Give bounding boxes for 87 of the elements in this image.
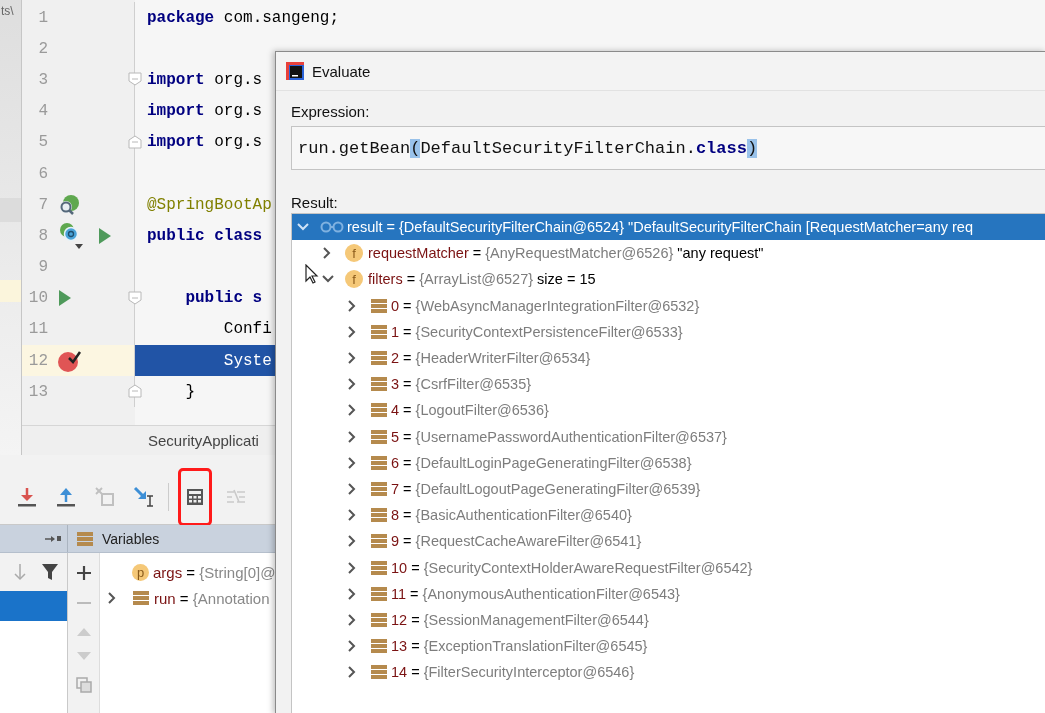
row-highlight <box>0 198 21 222</box>
editor-tab[interactable]: SecurityApplicati <box>148 432 259 449</box>
tree-node[interactable]: filters = {ArrayList@6527} size = 15 <box>368 271 596 288</box>
line-number: 12 <box>27 351 48 370</box>
code-line: public s <box>184 289 263 308</box>
tree-node[interactable]: 8 = {BasicAuthenticationFilter@6540} <box>391 507 632 524</box>
variable-entry[interactable]: run = {Annotation <box>154 589 270 607</box>
class-icon <box>58 221 84 250</box>
line-number: 8 <box>37 226 48 245</box>
line-number: 7 <box>37 195 48 214</box>
stack-icon <box>370 532 388 551</box>
stack-icon <box>132 589 150 607</box>
stack-icon <box>370 479 388 498</box>
app-logo-icon <box>286 62 304 80</box>
line-number: 11 <box>27 320 48 339</box>
run-icon <box>98 226 112 245</box>
tree-node[interactable]: 5 = {UsernamePasswordAuthenticationFilter@6537} <box>391 428 727 445</box>
run-icon <box>58 289 72 308</box>
code-line: @SpringBootAp <box>147 195 272 214</box>
tree-node[interactable]: 2 = {HeaderWriterFilter@6534} <box>391 350 591 367</box>
result-label: Result: <box>291 194 339 211</box>
project-path-text: ts\ <box>1 4 14 18</box>
code-line: } <box>184 382 195 401</box>
stack-icon <box>370 453 388 472</box>
tree-node[interactable]: 6 = {DefaultLoginPageGeneratingFilter@6538} <box>391 454 692 471</box>
stack-icon <box>370 610 388 629</box>
code-line: Syste <box>222 351 272 370</box>
stack-icon <box>370 637 388 656</box>
pin-icon[interactable] <box>45 533 61 544</box>
line-number: 4 <box>37 102 48 121</box>
tree-node[interactable]: 10 = {SecurityContextHolderAwareRequestFilter@6542} <box>391 559 753 576</box>
stack-icon <box>370 401 388 420</box>
tree-node[interactable]: 0 = {WebAsyncManagerIntegrationFilter@6532} <box>391 297 700 314</box>
tree-node[interactable]: 14 = {FilterSecurityInterceptor@6546} <box>391 664 635 681</box>
step-into-icon <box>17 486 37 507</box>
tree-node[interactable]: requestMatcher = {AnyRequestMatcher@6526} "any request" <box>368 245 764 262</box>
expression-field[interactable]: run.getBean(DefaultSecurityFilterChain.class) <box>291 126 1045 170</box>
stack-icon <box>370 558 388 577</box>
drop-frame-icon <box>95 486 115 507</box>
tree-node[interactable]: 3 = {CsrfFilter@6535} <box>391 376 532 393</box>
panel-title: Variables <box>102 530 160 547</box>
step-out-icon <box>56 486 76 507</box>
tree-node[interactable]: 11 = {AnonymousAuthenticationFilter@6543} <box>391 585 680 602</box>
line-number: 3 <box>37 70 48 89</box>
calculator-icon <box>186 487 204 506</box>
parameter-icon: p <box>132 563 149 581</box>
tree-node[interactable]: 1 = {SecurityContextPersistenceFilter@6533} <box>391 323 683 340</box>
tree-node[interactable]: 4 = {LogoutFilter@6536} <box>391 402 549 419</box>
dialog-title: Evaluate <box>312 62 371 80</box>
line-number: 6 <box>37 164 48 183</box>
stack-icon <box>370 663 388 682</box>
tree-node[interactable]: 9 = {RequestCacheAwareFilter@6541} <box>391 533 642 550</box>
code-line: public class <box>147 226 263 245</box>
stack-icon <box>370 322 388 341</box>
line-number: 5 <box>37 133 48 152</box>
trace-icon <box>226 487 246 506</box>
filter-icon[interactable] <box>41 563 59 581</box>
field-icon: f <box>345 270 363 289</box>
stack-icon <box>76 529 94 548</box>
run-to-cursor-icon <box>133 485 155 508</box>
row-highlight <box>0 280 21 302</box>
bean-icon <box>58 193 80 216</box>
field-icon: f <box>345 244 363 263</box>
stack-icon <box>370 427 388 446</box>
stack-icon <box>370 506 388 525</box>
stack-icon <box>370 375 388 394</box>
glasses-icon <box>320 221 344 234</box>
stack-icon <box>370 584 388 603</box>
add-icon[interactable] <box>75 565 92 581</box>
tree-node[interactable]: 13 = {ExceptionTranslationFilter@6545} <box>391 638 648 655</box>
code-line: Confi <box>222 320 272 339</box>
variable-entry[interactable]: args = {String[0]@ <box>153 563 276 581</box>
line-number: 1 <box>37 8 48 27</box>
mouse-cursor-icon <box>305 264 319 284</box>
tree-node[interactable]: 12 = {SessionManagementFilter@6544} <box>391 611 649 628</box>
line-number: 10 <box>27 289 48 308</box>
tree-node[interactable]: 7 = {DefaultLogoutPageGeneratingFilter@6539} <box>391 480 701 497</box>
code-line: package com.sangeng; <box>147 8 340 27</box>
line-number: 13 <box>27 382 48 401</box>
stack-icon <box>370 296 388 315</box>
code-line: import org.s <box>147 70 263 89</box>
code-line: import org.s <box>147 133 263 152</box>
stack-icon <box>370 349 388 368</box>
line-number: 9 <box>37 258 48 277</box>
expression-label: Expression: <box>291 103 371 120</box>
line-number: 2 <box>37 39 48 58</box>
code-line: import org.s <box>147 102 263 121</box>
